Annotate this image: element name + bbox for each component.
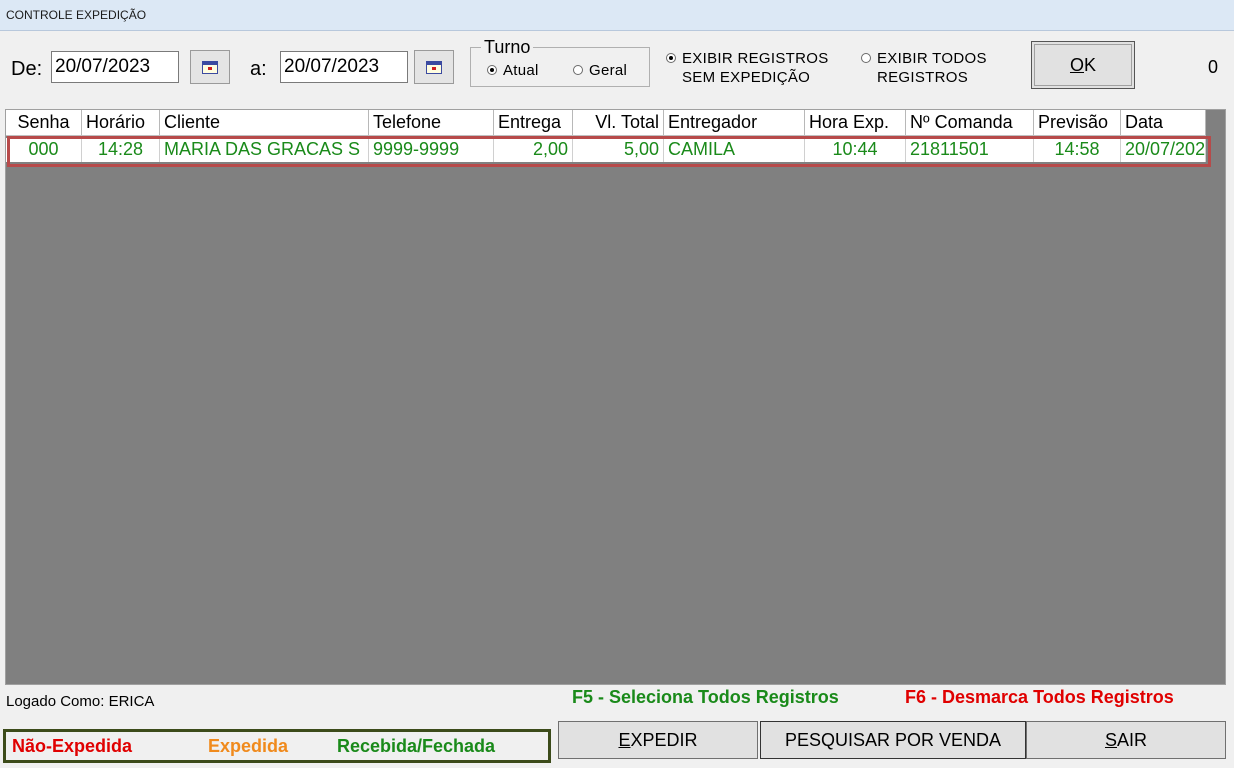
col-comanda[interactable]: Nº Comanda [906,110,1034,135]
calendar-icon [202,60,218,74]
show-unshipped-label: EXIBIR REGISTROS SEM EXPEDIÇÃO [682,49,829,87]
calendar-icon [426,60,442,74]
ok-button-label: OK [1070,55,1096,76]
col-telefone[interactable]: Telefone [369,110,494,135]
expedir-accel: E [618,729,631,750]
col-hora-exp[interactable]: Hora Exp. [805,110,906,135]
to-calendar-button[interactable] [414,50,454,84]
cell-entrega: 2,00 [494,138,573,162]
show-unshipped-line1: EXIBIR REGISTROS [682,50,829,67]
cell-telefone: 9999-9999 [369,138,494,162]
to-date-input[interactable]: 20/07/2023 [280,51,408,83]
col-horario[interactable]: Horário [82,110,160,135]
cell-vl-total: 5,00 [573,138,664,162]
col-senha[interactable]: Senha [6,110,82,135]
col-data[interactable]: Data [1121,110,1206,135]
col-vl-total[interactable]: Vl. Total [573,110,664,135]
col-previsao[interactable]: Previsão [1034,110,1121,135]
window-title: CONTROLE EXPEDIÇÃO [6,8,147,22]
show-all-label: EXIBIR TODOS REGISTROS [877,49,987,87]
show-all-line1: EXIBIR TODOS [877,50,987,67]
show-all-radio[interactable]: EXIBIR TODOS REGISTROS [861,49,987,87]
cell-senha: 000 [6,138,82,162]
status-legend: Não-Expedida Expedida Recebida/Fechada [3,729,551,763]
cell-comanda: 21811501 [906,138,1034,162]
turno-label: Turno [481,37,534,58]
f5-hint: F5 - Seleciona Todos Registros [572,687,839,707]
show-unshipped-line2: SEM EXPEDIÇÃO [682,69,811,86]
cell-previsao: 14:58 [1034,138,1121,162]
ok-accel: O [1069,54,1084,75]
show-unshipped-radio[interactable]: EXIBIR REGISTROS SEM EXPEDIÇÃO [666,49,829,87]
f6-hint: F6 - Desmarca Todos Registros [905,687,1174,707]
legend-recebida: Recebida/Fechada [337,735,496,756]
turno-atual-radio[interactable]: Atual [487,61,539,80]
cell-cliente: MARIA DAS GRACAS S [160,138,369,162]
show-all-line2: REGISTROS [877,69,969,86]
ok-rest: K [1084,54,1097,75]
table-row[interactable]: 000 14:28 MARIA DAS GRACAS S 9999-9999 2… [6,138,1206,162]
grid-header: Senha Horário Cliente Telefone Entrega V… [6,110,1206,136]
cell-hora-exp: 10:44 [805,138,906,162]
turno-geral-label: Geral [589,62,628,79]
turno-atual-label: Atual [503,62,539,79]
col-entregador[interactable]: Entregador [664,110,805,135]
sair-button-label: SAIR [1105,730,1147,751]
pesquisar-button-label: PESQUISAR POR VENDA [784,729,1002,750]
col-entrega[interactable]: Entrega [494,110,573,135]
logged-as-label: Logado Como: ERICA [6,693,155,710]
cell-horario: 14:28 [82,138,160,162]
to-label: a: [250,58,267,80]
legend-expedida: Expedida [208,735,289,756]
sair-button[interactable]: SAIR [1026,721,1226,759]
turno-geral-radio[interactable]: Geral [573,61,627,80]
cell-entregador: CAMILA [664,138,805,162]
radio-unselected-icon [861,53,871,63]
radio-selected-icon [487,65,497,75]
from-calendar-button[interactable] [190,50,230,84]
from-label: De: [11,58,43,80]
sair-accel: S [1104,729,1117,750]
radio-unselected-icon [573,65,583,75]
col-cliente[interactable]: Cliente [160,110,369,135]
cell-data: 20/07/2023 [1121,138,1206,162]
record-count: 0 [1208,57,1219,77]
title-bar: CONTROLE EXPEDIÇÃO [0,0,1234,31]
expedir-button-label: EXPEDIR [618,730,697,751]
main-panel: De: 20/07/2023 a: 20/07/2023 Turno Atual… [0,31,1234,768]
ok-button[interactable]: OK [1031,41,1135,89]
turno-group: Turno Atual Geral [470,37,650,87]
expedir-rest: XPEDIR [630,729,698,750]
expedir-button[interactable]: EXPEDIR [558,721,758,759]
pesquisar-por-venda-button[interactable]: PESQUISAR POR VENDA [760,721,1026,759]
radio-selected-icon [666,53,676,63]
expedition-grid[interactable]: Senha Horário Cliente Telefone Entrega V… [5,109,1226,685]
sair-rest: AIR [1117,729,1148,750]
from-date-input[interactable]: 20/07/2023 [51,51,179,83]
legend-nao-expedida: Não-Expedida [12,735,133,756]
